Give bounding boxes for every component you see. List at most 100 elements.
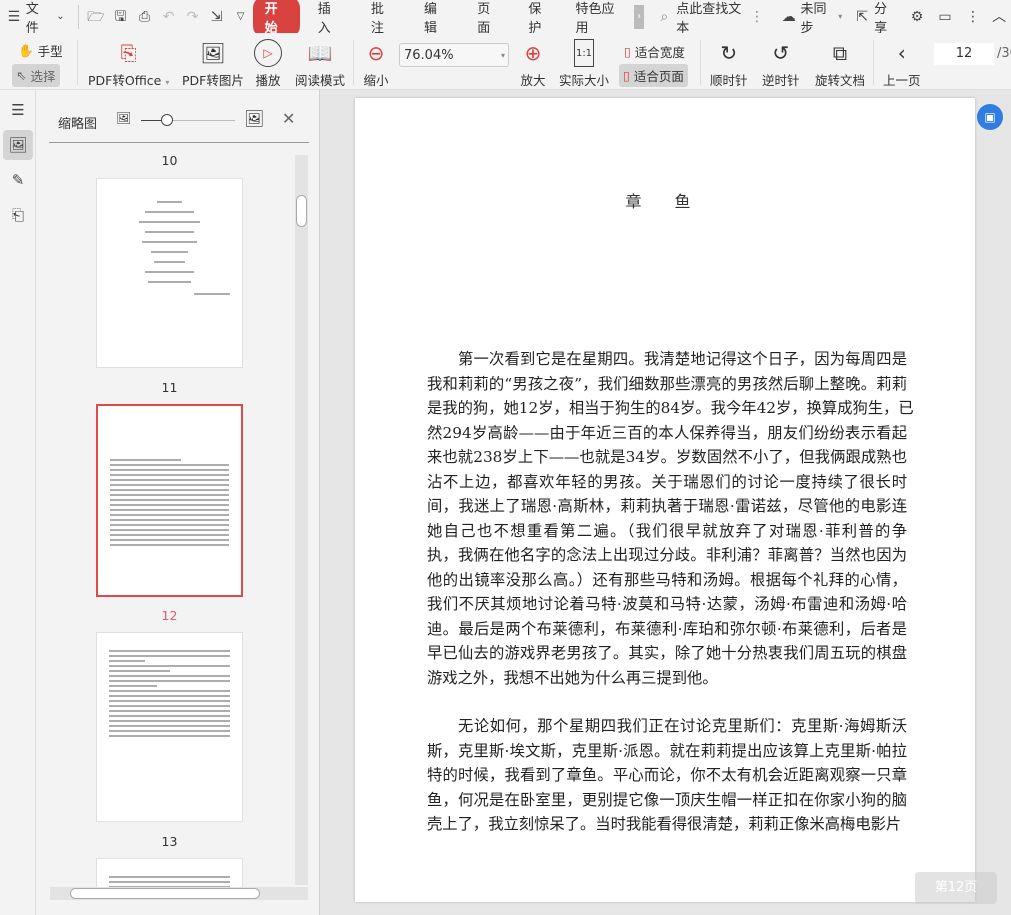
divider [873,40,874,85]
settings-gear-icon[interactable]: ⚙ [909,8,925,26]
redo-icon[interactable]: ↷ [185,8,201,26]
tab-features[interactable]: 特色应用 [563,0,633,38]
play-button[interactable]: ▷ 播放 [254,39,282,89]
attachment-icon[interactable]: ⎗ [3,200,33,230]
comment-icon[interactable]: ▭ [937,8,953,26]
rotate-counterclockwise-button[interactable]: ↺ 逆时针 [762,39,800,89]
page-thumbnail[interactable] [96,178,243,368]
export-icon[interactable]: ⇲ [209,8,225,26]
play-icon: ▷ [254,39,282,67]
hamburger-icon: ☰ [7,8,21,25]
text-line: 斯，克里斯·埃文斯，克里斯·派恩。就在莉莉提出应该算上克里斯·帕拉 [427,741,907,760]
more-vertical-icon: ⋮ [750,8,764,25]
rotate-clockwise-button[interactable]: ↻ 顺时针 [710,39,748,89]
scrollbar-thumb[interactable] [70,888,260,899]
page-total: /30 [997,46,1011,61]
chevron-left-icon: ‹ [897,41,906,65]
text-line: 第一次看到它是在星期四。我清楚地记得这个日子，因为每周四是 [458,350,907,368]
more-dropdown-icon[interactable]: ▽ [233,8,249,26]
caret-down-icon: ▾ [838,12,843,21]
previous-page-button[interactable]: ‹ 上一页 [883,39,921,89]
page-thumbnail-selected[interactable] [96,404,243,597]
actual-size-button[interactable]: 1:1 实际大小 [559,39,609,89]
document-page: 章 鱼 第一次看到它是在星期四。我清楚地记得这个日子，因为每周四是 我和莉莉的“男… [355,98,975,902]
floating-tool-button[interactable]: ▣ [977,104,1003,130]
search-box[interactable]: ⌕ 点此查找文本 ⋮ [650,2,771,36]
thumbnail-label: 10 [161,153,178,168]
zoom-in-icon: ⊕ [524,41,542,65]
small-thumbnail-icon[interactable]: 🖼 [116,111,131,125]
vertical-scrollbar[interactable] [295,155,308,885]
file-menu[interactable]: ☰ 文件 ⌄ [0,2,74,36]
thumbnail-panel: 缩略图 🖼 🖼 ✕ 10 11 12 13 [36,90,320,915]
tab-page[interactable]: 页面 [465,0,512,38]
text-line: 无论如何，那个星期四我们正在讨论克里斯们：克里斯·海姆斯沃 [458,717,907,735]
select-tool-button[interactable]: ⇖ 选择 [12,64,60,87]
thumbnail-label-current: 12 [161,608,178,623]
save-icon[interactable]: 🖫 [113,8,129,26]
text-line: 迪。最后是两个布莱德利，布莱德利·库珀和弥尔顿·布莱德利，后者是 [427,619,907,638]
thumbnail-icon[interactable]: 🖼 [3,130,33,160]
print-icon[interactable]: ⎙ [137,8,153,26]
tab-insert[interactable]: 插入 [306,0,353,38]
pdf-to-office-button[interactable]: ⎘ PDF转Office ▾ [88,39,169,89]
share-button[interactable]: ⇱ 分享 [848,2,903,36]
slider-handle[interactable] [161,114,173,126]
text-line: 我们不厌其烦地讨论着马特·波莫和马特·达蒙，汤姆·布雷迪和汤姆·哈 [427,595,907,613]
outline-icon[interactable]: ☰ [3,95,33,125]
panel-title: 缩略图 [58,117,98,132]
chevron-down-icon: ⌄ [56,10,65,22]
scrollbar-thumb[interactable] [296,195,307,227]
share-icon: ⇱ [856,8,869,25]
fit-width-button[interactable]: ▯ 适合宽度 [620,40,689,63]
sync-button[interactable]: ☁ 未同步 ▾ [775,2,848,36]
more-vertical-icon[interactable]: ⋮ [965,8,981,26]
page-thumbnail[interactable] [96,632,243,822]
chapter-title: 章 鱼 [625,192,705,211]
text-line: 来也就238岁上下——也就是34岁。岁数固然不小了，但我俩跟成熟也 [427,448,907,466]
text-line: 然294岁高龄——由于年近三百的本人保养得当，朋友们纷纷表示看起 [427,423,907,442]
divider [49,142,309,143]
rotate-document-button[interactable]: ⧉ 旋转文档 [815,39,865,89]
close-icon[interactable]: ✕ [282,109,295,128]
text-line: 间，我迷上了瑞恩·高斯林，莉莉执著于瑞恩·雷诺兹，尽管他的电影连 [427,497,907,515]
tab-annotate[interactable]: 批注 [359,0,406,38]
hand-icon: ✋ [18,42,34,58]
zoom-out-button[interactable]: ⊖ 缩小 [362,39,390,89]
zoom-select[interactable]: 76.04% ▾ [399,43,509,67]
horizontal-scrollbar[interactable] [50,887,308,900]
thumbnail-label: 11 [161,380,178,395]
tab-edit[interactable]: 编辑 [412,0,459,38]
tab-start[interactable]: 开始 [252,0,300,38]
large-thumbnail-icon[interactable]: 🖼 [244,109,264,128]
signature-icon[interactable]: ✎ [3,165,33,195]
fit-page-button[interactable]: ▯ 适合页面 [619,64,688,87]
pdf-to-word-icon: ⎘ [120,41,137,65]
hand-tool-button[interactable]: ✋ 手型 [14,39,67,62]
read-mode-button[interactable]: 📖 阅读模式 [295,39,345,89]
text-line: 沾不上边，都喜欢年轻的男孩。关于瑞恩们的讨论一度持续了很长时 [427,472,907,491]
cursor-icon: ⇖ [16,68,27,83]
open-folder-icon[interactable]: 🗁 [87,8,104,26]
text-line: 她自己也不想重看第二遍。（我们很早就放弃了对瑞恩·菲利普的争 [427,521,907,540]
page-number-input[interactable]: 12 [934,43,994,65]
text-line: 游戏之外，我想不出她为什么再三提到他。 [427,668,718,687]
pdf-to-image-button[interactable]: 🖼 PDF转图片 [182,39,244,89]
zoom-in-button[interactable]: ⊕ 放大 [519,39,547,89]
tabs-scroll-right-button[interactable]: › [633,4,645,29]
rotate-document-icon: ⧉ [832,41,848,65]
caret-down-icon: ▾ [500,50,505,60]
text-line: 是我的狗，她12岁，相当于狗生的84岁。我今年42岁，换算成狗生，已 [427,399,914,417]
thumbnail-size-slider[interactable] [141,114,235,126]
divider [78,4,80,29]
tab-protect[interactable]: 保护 [516,0,563,38]
rotate-ccw-icon: ↺ [772,41,790,65]
image-icon: 🖼 [200,41,226,65]
search-icon: ⌕ [660,8,669,25]
undo-icon[interactable]: ↶ [161,8,177,26]
fit-width-icon: ▯ [624,44,631,59]
collapse-ribbon-icon[interactable]: ︿ [991,8,1007,26]
book-icon: 📖 [307,41,333,65]
text-line: 壳上了，我立刻惊呆了。当时我能看得很清楚，莉莉正像米高梅电影片 [427,815,902,833]
